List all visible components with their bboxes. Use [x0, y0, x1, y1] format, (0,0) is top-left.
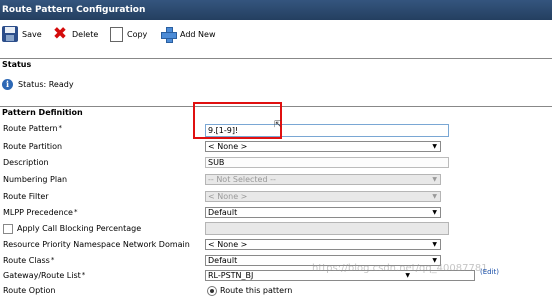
mouse-cursor-icon: ⇱ [274, 120, 282, 130]
window-title: Route Pattern Configuration [0, 0, 552, 20]
status-section-title: Status [2, 60, 32, 69]
status-divider [0, 58, 552, 59]
watermark: https://blog.csdn.net/qq_40087781 [312, 263, 488, 274]
gateway-edit-link[interactable]: (Edit) [480, 268, 499, 276]
copy-label: Copy [127, 29, 148, 39]
delete-label: Delete [72, 29, 99, 39]
route-partition-label: Route Partition [3, 142, 63, 151]
route-filter-select: < None > ▼ [205, 191, 441, 202]
description-input[interactable]: SUB [205, 157, 449, 168]
save-icon [2, 26, 18, 42]
route-pattern-label: Route Pattern* [3, 124, 63, 133]
pattern-section-title: Pattern Definition [2, 108, 83, 117]
info-icon: i [2, 79, 13, 90]
add-new-button[interactable]: Add New [160, 25, 215, 43]
highlight-box [193, 102, 282, 139]
mlpp-precedence-select[interactable]: Default ▼ [205, 207, 441, 218]
dropdown-arrow-icon: ▼ [432, 176, 437, 183]
resource-priority-select[interactable]: < None > ▼ [205, 239, 441, 250]
call-blocking-label: Apply Call Blocking Percentage [17, 224, 142, 233]
call-blocking-checkbox[interactable] [3, 224, 13, 234]
status-row: i Status: Ready [2, 79, 74, 90]
numbering-plan-select: -- Not Selected -- ▼ [205, 174, 441, 185]
gateway-route-list-label: Gateway/Route List* [3, 271, 86, 280]
call-blocking-percentage-input [205, 222, 449, 235]
route-class-label: Route Class* [3, 256, 55, 265]
description-label: Description [3, 158, 49, 167]
add-icon [160, 26, 177, 43]
copy-icon [110, 23, 127, 42]
dropdown-arrow-icon: ▼ [432, 143, 437, 150]
save-label: Save [22, 29, 42, 39]
resource-priority-label: Resource Priority Namespace Network Doma… [3, 240, 190, 249]
route-filter-label: Route Filter [3, 192, 49, 201]
numbering-plan-label: Numbering Plan [3, 175, 68, 184]
copy-button[interactable]: Copy [110, 23, 148, 43]
toolbar: Save ✖ Delete Copy Add New [0, 21, 552, 47]
route-this-pattern-radio[interactable] [207, 286, 217, 296]
route-partition-select[interactable]: < None > ▼ [205, 141, 441, 152]
delete-button[interactable]: ✖ Delete [52, 25, 98, 43]
status-text: Status: Ready [18, 80, 74, 89]
dropdown-arrow-icon: ▼ [432, 193, 437, 200]
add-new-label: Add New [180, 29, 216, 39]
delete-icon: ✖ [52, 24, 68, 44]
dropdown-arrow-icon: ▼ [432, 209, 437, 216]
dropdown-arrow-icon: ▼ [432, 241, 437, 248]
mlpp-precedence-label: MLPP Precedence* [3, 208, 78, 217]
save-button[interactable]: Save [2, 25, 42, 43]
